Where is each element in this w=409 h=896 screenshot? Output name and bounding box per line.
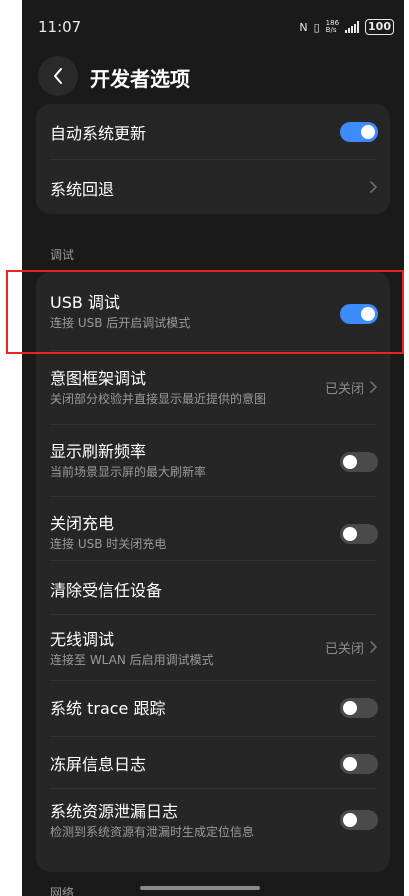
resource-leak-log-row[interactable]: 系统资源泄漏日志 检测到系统资源有泄漏时生成定位信息 (36, 790, 390, 862)
wireless-debugging-subtitle: 连接至 WLAN 后启用调试模式 (50, 653, 214, 667)
clear-trusted-devices-title: 清除受信任设备 (50, 581, 163, 600)
network-speed-icon: 186 B/s (326, 20, 339, 34)
system-trace-row[interactable]: 系统 trace 跟踪 (36, 682, 390, 734)
disable-charging-row[interactable]: 关闭充电 连接 USB 时关闭充电 (36, 498, 390, 566)
resource-leak-log-title: 系统资源泄漏日志 (50, 802, 179, 821)
chevron-left-icon (54, 68, 62, 84)
divider (50, 560, 376, 561)
freeze-log-row[interactable]: 冻屏信息日志 (36, 738, 390, 790)
intent-framework-debug-subtitle: 关闭部分校验并直接显示最近提供的意图 (50, 392, 267, 406)
resource-leak-log-toggle[interactable] (340, 810, 378, 830)
annotation-highlight-box (6, 270, 404, 354)
auto-system-update-title: 自动系统更新 (50, 124, 147, 143)
section-label-debug: 调试 (50, 248, 75, 262)
status-time: 11:07 (38, 18, 82, 36)
page-header: 开发者选项 (22, 56, 404, 102)
vibrate-icon: ▯ (313, 20, 320, 34)
status-bar: 11:07 N ▯ 186 B/s 100 (22, 0, 404, 56)
debug-card: USB 调试 连接 USB 后开启调试模式 意图框架调试 关闭部分校验并直接显示… (36, 272, 390, 872)
page-title: 开发者选项 (90, 67, 190, 91)
divider (50, 496, 376, 497)
divider (50, 424, 376, 425)
wireless-debugging-title: 无线调试 (50, 630, 115, 649)
intent-framework-debug-row[interactable]: 意图框架调试 关闭部分校验并直接显示最近提供的意图 已关闭 (36, 352, 390, 420)
intent-framework-debug-title: 意图框架调试 (50, 369, 147, 388)
auto-system-update-row[interactable]: 自动系统更新 (36, 104, 390, 159)
freeze-log-toggle[interactable] (340, 754, 378, 774)
disable-charging-toggle[interactable] (340, 524, 378, 544)
back-button[interactable] (38, 56, 78, 96)
disable-charging-title: 关闭充电 (50, 514, 115, 533)
resource-leak-log-subtitle: 检测到系统资源有泄漏时生成定位信息 (50, 825, 255, 839)
show-refresh-rate-toggle[interactable] (340, 452, 378, 472)
system-rollback-title: 系统回退 (50, 180, 115, 199)
disable-charging-subtitle: 连接 USB 时关闭充电 (50, 537, 167, 551)
nfc-icon: N (299, 20, 308, 34)
divider (50, 788, 376, 789)
system-trace-toggle[interactable] (340, 698, 378, 718)
auto-system-update-toggle[interactable] (340, 122, 378, 142)
home-indicator[interactable] (140, 886, 260, 890)
divider (50, 680, 376, 681)
update-card: 自动系统更新 系统回退 (36, 104, 390, 214)
freeze-log-title: 冻屏信息日志 (50, 755, 147, 774)
network-speed-unit: B/s (325, 26, 337, 34)
section-label-network: 网络 (50, 886, 75, 896)
intent-framework-debug-value: 已关闭 (324, 382, 364, 397)
wireless-debugging-value: 已关闭 (324, 642, 364, 657)
status-icons: N ▯ 186 B/s 100 (299, 18, 394, 36)
wireless-debugging-row[interactable]: 无线调试 连接至 WLAN 后启用调试模式 已关闭 (36, 616, 390, 684)
show-refresh-rate-title: 显示刷新频率 (50, 442, 147, 461)
divider (50, 614, 376, 615)
battery-icon: 100 (365, 19, 394, 35)
show-refresh-rate-row[interactable]: 显示刷新频率 当前场景显示屏的最大刷新率 (36, 426, 390, 494)
chevron-right-icon (370, 381, 378, 393)
chevron-right-icon (370, 181, 378, 193)
clear-trusted-devices-row[interactable]: 清除受信任设备 (36, 562, 390, 614)
divider (50, 736, 376, 737)
chevron-right-icon (370, 641, 378, 653)
system-rollback-row[interactable]: 系统回退 (36, 160, 390, 214)
system-trace-title: 系统 trace 跟踪 (50, 699, 166, 718)
signal-icon (345, 21, 360, 33)
phone-screen: 11:07 N ▯ 186 B/s 100 开发者选项 自动系统更新 系统回退 … (22, 0, 404, 896)
show-refresh-rate-subtitle: 当前场景显示屏的最大刷新率 (50, 465, 207, 479)
